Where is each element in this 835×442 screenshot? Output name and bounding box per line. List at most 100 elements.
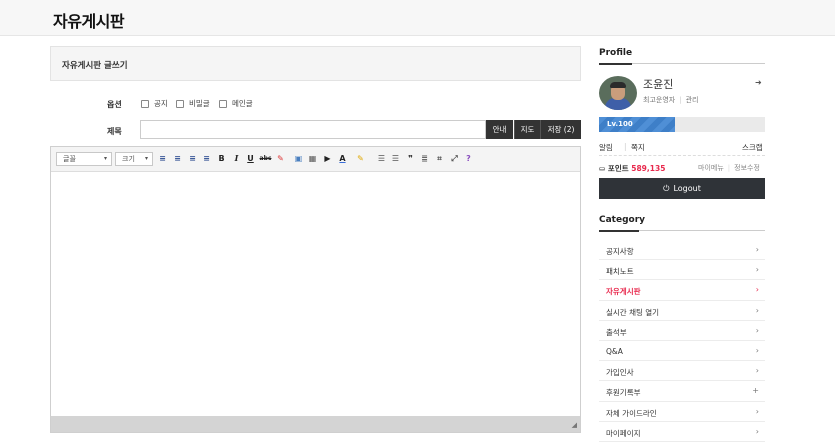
category-item[interactable]: 자체 가이드라인 › bbox=[599, 402, 765, 422]
bold-icon[interactable]: B bbox=[216, 153, 227, 164]
category-item[interactable]: 출석부 › bbox=[599, 321, 765, 341]
eraser-icon[interactable]: ✎ bbox=[275, 153, 286, 164]
options-label: 옵션 bbox=[107, 100, 122, 109]
top-header: 자유게시판 bbox=[0, 0, 835, 36]
power-icon: ⏻ bbox=[663, 183, 670, 193]
category-item[interactable]: 실시간 채팅 열기 › bbox=[599, 301, 765, 321]
option-secret[interactable]: 비밀글 bbox=[176, 98, 210, 109]
unordered-list-icon[interactable]: ☰ bbox=[390, 153, 401, 164]
category-item-label: 패치노트 bbox=[606, 267, 634, 277]
font-color-icon[interactable]: A bbox=[337, 153, 348, 164]
sign-out-icon[interactable]: ➜ bbox=[755, 78, 762, 87]
category-item[interactable]: 자유게시판 › bbox=[599, 280, 765, 301]
category-item-label: 출석부 bbox=[606, 327, 627, 337]
avatar[interactable] bbox=[599, 76, 637, 110]
level-text: Lv.100 bbox=[607, 120, 633, 128]
video-icon[interactable]: ▶ bbox=[322, 153, 333, 164]
site-title[interactable]: 자유게시판 bbox=[53, 8, 125, 32]
category-item-label: 마이페이지 bbox=[606, 428, 641, 438]
divider bbox=[599, 155, 765, 156]
font-select[interactable]: 글꼴 ▾ bbox=[56, 152, 112, 166]
strike-icon[interactable]: abc bbox=[259, 153, 272, 164]
highlight-icon[interactable]: ✎ bbox=[355, 153, 366, 164]
size-select[interactable]: 크기 ▾ bbox=[115, 152, 153, 166]
chevron-right-icon: › bbox=[755, 325, 759, 335]
my-links: 마이메뉴 | 정보수정 bbox=[698, 164, 760, 172]
hr-icon[interactable]: ≣ bbox=[419, 153, 430, 164]
write-form-title: 자유게시판 글쓰기 bbox=[62, 61, 128, 71]
guide-button[interactable]: 안내 bbox=[486, 120, 513, 139]
category-item-label: 공지사항 bbox=[606, 247, 634, 256]
category-list: 공지사항 › 패치노트 › 자유게시판 › 실시간 채팅 열기 › 출석부 › Q&A › 가입인사 › 후… bbox=[599, 240, 765, 442]
category-item-label: 실시간 채팅 열기 bbox=[606, 307, 660, 317]
level-bar: Lv.100 bbox=[599, 117, 765, 132]
category-heading: Category bbox=[599, 215, 646, 225]
rich-text-editor: 글꼴 ▾ 크기 ▾ ≡ ≡ ≡ ≡ B I U abc ✎ ▣ ▦ ▶ A ✎ ☰ … bbox=[50, 146, 581, 433]
chevron-right-icon: › bbox=[755, 366, 759, 376]
divider: | bbox=[624, 142, 627, 151]
save-draft-button[interactable]: 저장 (2) bbox=[540, 120, 581, 139]
ordered-list-icon[interactable]: ☰ bbox=[376, 153, 387, 164]
chevron-right-icon: › bbox=[755, 245, 759, 254]
subject-input[interactable] bbox=[140, 120, 486, 139]
category-item-label: 후원기록부 bbox=[606, 388, 641, 398]
editor-toolbar: 글꼴 ▾ 크기 ▾ ≡ ≡ ≡ ≡ B I U abc ✎ ▣ ▦ ▶ A ✎ ☰ … bbox=[51, 147, 580, 172]
option-main[interactable]: 메인글 bbox=[219, 98, 253, 109]
divider bbox=[599, 230, 765, 232]
chevron-right-icon: › bbox=[755, 265, 759, 275]
category-item-label: 자유게시판 bbox=[606, 287, 641, 297]
align-left-icon[interactable]: ≡ bbox=[157, 153, 168, 164]
category-item[interactable]: 마이페이지 › bbox=[599, 422, 765, 442]
scrap-link[interactable]: 스크랩 bbox=[742, 142, 763, 153]
category-item-label: 가입인사 bbox=[606, 368, 634, 378]
chevron-right-icon: › bbox=[755, 305, 759, 315]
category-item[interactable]: 후원기록부 + bbox=[599, 381, 765, 402]
main-checkbox[interactable] bbox=[219, 99, 227, 108]
help-icon[interactable]: ? bbox=[463, 153, 474, 164]
chevron-right-icon: › bbox=[755, 285, 759, 295]
category-item[interactable]: 공지사항 › bbox=[599, 240, 765, 261]
fullscreen-icon[interactable]: ⤢ bbox=[449, 153, 460, 164]
category-item[interactable]: 가입인사 › bbox=[599, 361, 765, 382]
plus-icon: + bbox=[752, 386, 759, 396]
logout-button[interactable]: ⏻ Logout bbox=[599, 178, 765, 199]
editor-content-area[interactable] bbox=[51, 172, 580, 417]
chevron-down-icon: ▾ bbox=[144, 155, 148, 162]
table-icon[interactable]: ▦ bbox=[307, 153, 318, 164]
alarm-link[interactable]: 알림 bbox=[599, 142, 613, 153]
quote-icon[interactable]: ❞ bbox=[405, 153, 416, 164]
source-icon[interactable]: ⌗ bbox=[434, 153, 445, 164]
category-item-label: 자체 가이드라인 bbox=[606, 408, 657, 418]
underline-icon[interactable]: U bbox=[245, 153, 256, 164]
editor-resize-bar[interactable]: ◢ bbox=[51, 416, 580, 432]
chevron-right-icon: › bbox=[755, 406, 759, 416]
align-justify-icon[interactable]: ≡ bbox=[201, 153, 212, 164]
chevron-right-icon: › bbox=[755, 426, 759, 436]
chevron-right-icon: › bbox=[755, 345, 759, 355]
align-right-icon[interactable]: ≡ bbox=[187, 153, 198, 164]
gift-icon: ⛀ bbox=[599, 164, 606, 173]
point-display[interactable]: ⛀ 포인트 589,135 bbox=[599, 163, 665, 174]
chevron-down-icon: ▾ bbox=[103, 155, 107, 162]
edit-info-link[interactable]: 정보수정 bbox=[734, 164, 760, 172]
profile-role-row: 최고운영자 | 관리 bbox=[643, 96, 699, 104]
profile-name: 조윤진 bbox=[643, 78, 674, 91]
divider bbox=[599, 63, 765, 65]
notice-checkbox[interactable] bbox=[141, 99, 149, 108]
my-menu-link[interactable]: 마이메뉴 bbox=[698, 164, 724, 172]
italic-icon[interactable]: I bbox=[231, 153, 242, 164]
subject-label: 제목 bbox=[107, 127, 122, 136]
category-item[interactable]: Q&A › bbox=[599, 341, 765, 362]
profile-heading: Profile bbox=[599, 48, 633, 58]
map-button[interactable]: 지도 bbox=[514, 120, 540, 139]
secret-checkbox[interactable] bbox=[176, 99, 184, 108]
category-item-label: Q&A bbox=[606, 346, 623, 356]
admin-link[interactable]: 관리 bbox=[686, 96, 699, 104]
memo-link[interactable]: 쪽지 bbox=[631, 142, 645, 153]
align-center-icon[interactable]: ≡ bbox=[172, 153, 183, 164]
category-item[interactable]: 패치노트 › bbox=[599, 260, 765, 281]
option-notice[interactable]: 공지 bbox=[141, 98, 168, 109]
resize-handle-icon[interactable]: ◢ bbox=[572, 421, 577, 429]
write-form-header: 자유게시판 글쓰기 bbox=[50, 46, 581, 81]
image-icon[interactable]: ▣ bbox=[293, 153, 304, 164]
